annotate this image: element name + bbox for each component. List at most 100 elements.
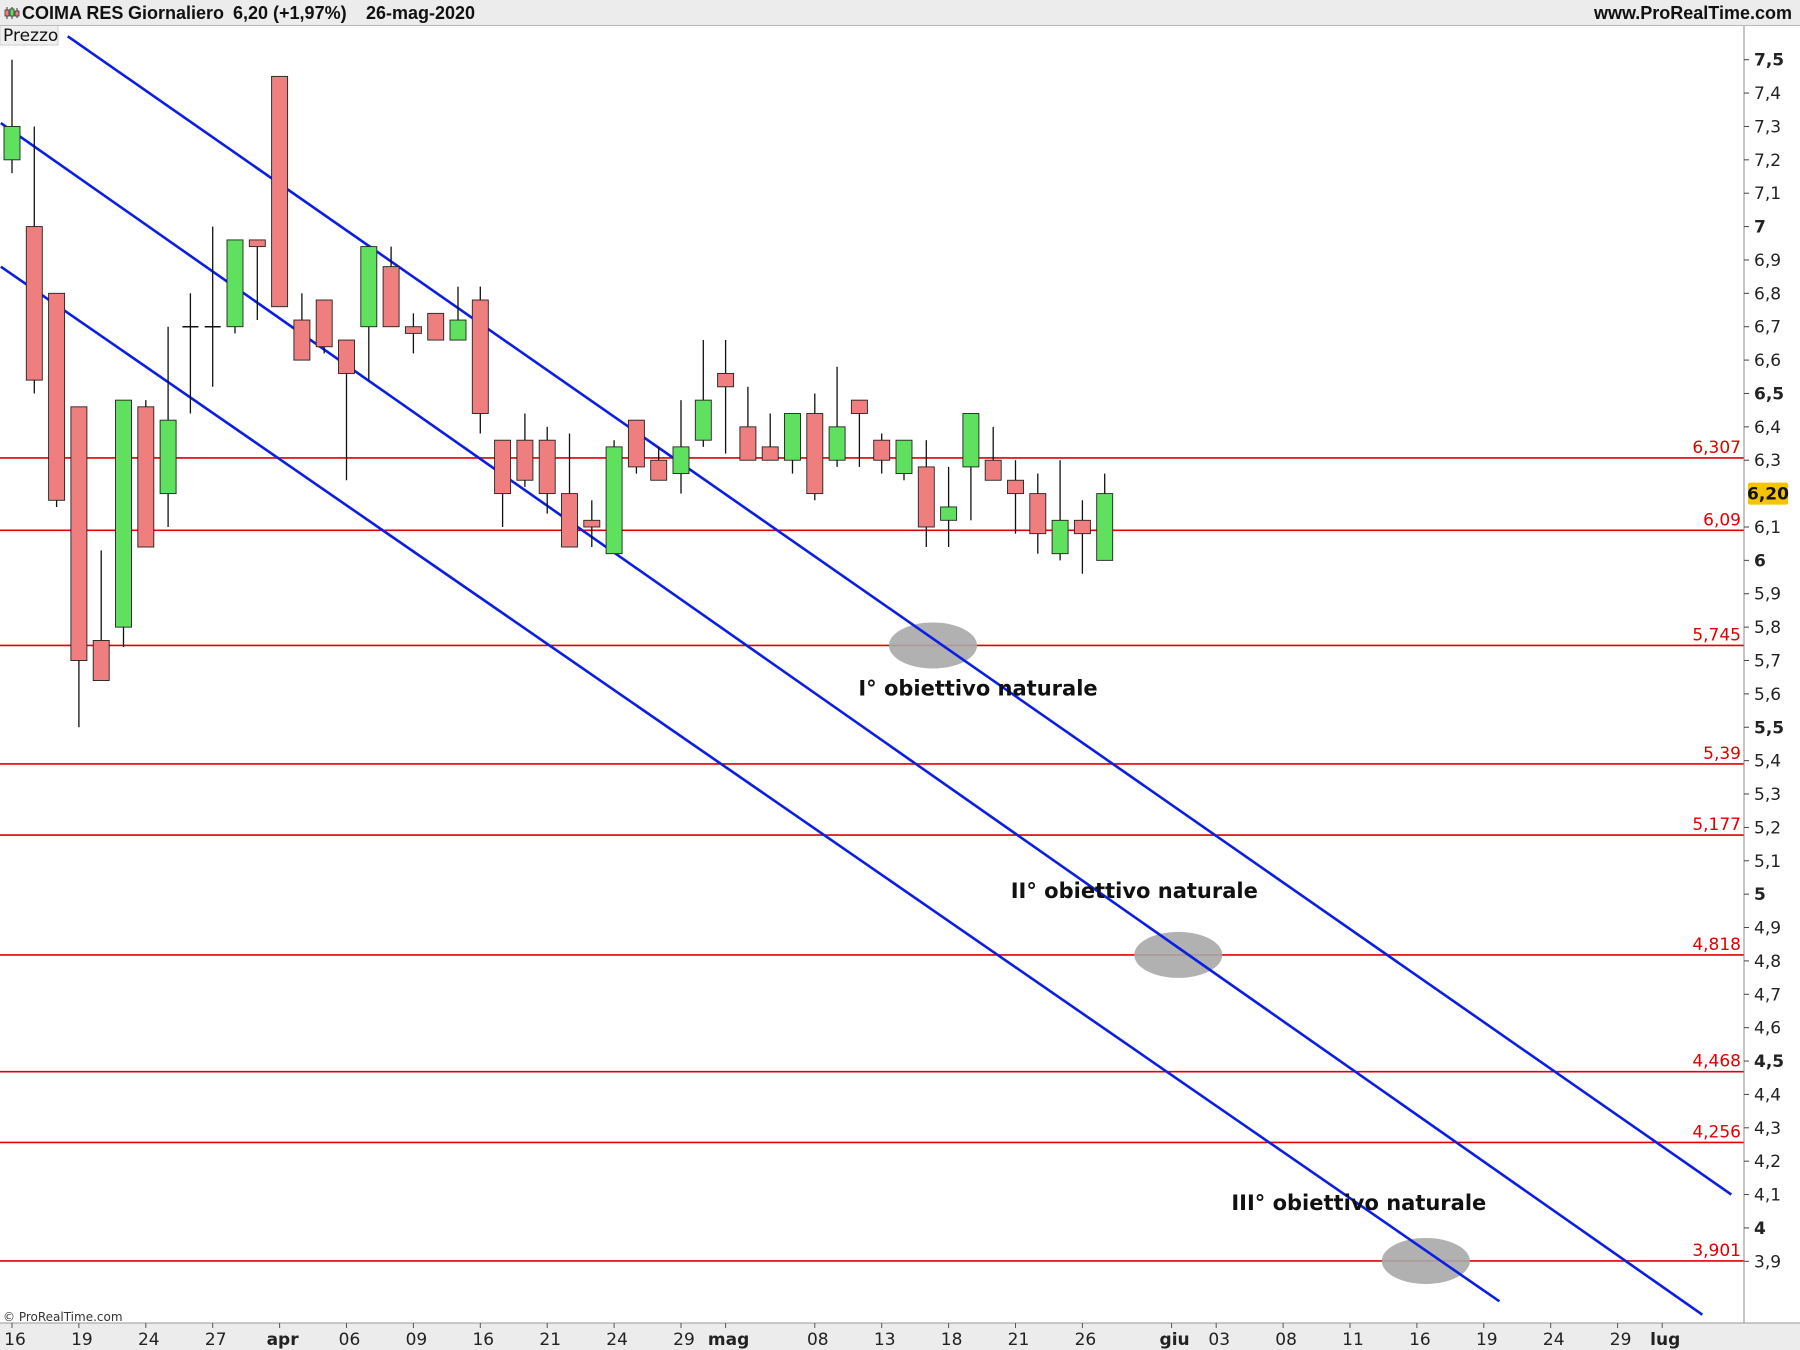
y-tick-label: 6,8: [1754, 284, 1781, 304]
candle-body: [672, 446, 690, 475]
ticker-name: COIMA RES: [22, 3, 124, 23]
level-label: 4,818: [1692, 935, 1741, 955]
y-tick-label: 5,4: [1754, 752, 1781, 772]
candle-body: [583, 519, 601, 528]
candle-body: [1029, 493, 1047, 535]
y-tick-label: 4,5: [1754, 1052, 1784, 1072]
x-tick-label: 11: [1342, 1330, 1364, 1350]
candle-body: [917, 466, 935, 528]
candle-body: [137, 406, 155, 548]
candle-body: [3, 125, 21, 161]
y-tick-label: 7,4: [1754, 84, 1781, 104]
x-tick-label: 27: [205, 1330, 227, 1350]
y-tick-label: 6,1: [1754, 518, 1781, 538]
y-tick-label: 6,4: [1754, 418, 1781, 438]
candle-body: [315, 299, 333, 348]
target-ellipse: [1381, 1237, 1470, 1284]
level-label: 6,307: [1692, 438, 1741, 458]
target-annotation: II° obiettivo naturale: [1011, 879, 1258, 903]
candle-body: [561, 493, 578, 548]
candle-body: [627, 419, 645, 468]
y-tick-label: 7: [1754, 218, 1766, 238]
y-tick-label: 4,6: [1754, 1019, 1781, 1039]
target-ellipse: [1134, 931, 1223, 978]
candle-body: [1051, 519, 1069, 555]
y-tick-label: 5,3: [1754, 785, 1781, 805]
level-label: 6,09: [1703, 510, 1741, 530]
price-chart: 6,3076,095,7455,395,1774,8184,4684,2563,…: [0, 24, 1800, 1350]
candle-body: [717, 372, 735, 388]
candle-body: [338, 339, 355, 374]
y-axis: 7,5 7,4 7,3 7,2 7,1 7 6,9 6,8 6,7 6,6 6,5 6,4 6,3 6,1…: [1743, 26, 1800, 1323]
candle-body: [806, 413, 824, 495]
y-tick-label: 7,1: [1754, 184, 1781, 204]
watermark: © ProRealTime.com: [3, 1310, 123, 1324]
y-tick-label: 7,2: [1754, 151, 1781, 171]
pane-label-text: Prezzo: [3, 26, 58, 46]
current-price-marker: 6,20: [1747, 482, 1789, 505]
candle-body: [1073, 519, 1091, 535]
candle-body: [494, 439, 512, 495]
x-tick-label: 08: [807, 1330, 829, 1350]
y-tick-label: 6,6: [1754, 351, 1781, 371]
x-tick-label: 13: [874, 1330, 896, 1350]
candles-icon: [4, 6, 20, 20]
x-tick-label: 29: [1610, 1330, 1632, 1350]
candle-body: [382, 266, 400, 328]
y-tick-label: 4: [1754, 1219, 1766, 1239]
candle-body: [70, 406, 88, 661]
y-tick-label: 3,9: [1754, 1252, 1781, 1272]
x-tick-label: 16: [472, 1330, 494, 1350]
x-tick-label: giu: [1160, 1330, 1190, 1350]
x-tick-label: 19: [71, 1330, 93, 1350]
y-tick-label: 6,7: [1754, 318, 1781, 338]
x-tick-label: 24: [606, 1330, 628, 1350]
current-price-label: 6,20: [1747, 485, 1789, 505]
y-tick-label: 4,2: [1754, 1152, 1781, 1172]
y-tick-label: 6: [1754, 551, 1766, 571]
date-label: 26-mag-2020: [366, 3, 476, 23]
y-tick-label: 4,9: [1754, 919, 1781, 939]
y-tick-label: 5,9: [1754, 585, 1781, 605]
candle-body: [605, 446, 623, 555]
candle-body: [471, 299, 489, 414]
candle-body: [449, 319, 467, 341]
candle-body: [828, 426, 846, 461]
y-tick-label: 4,4: [1754, 1085, 1781, 1105]
x-tick-label: 26: [1075, 1330, 1097, 1350]
candle-body: [940, 506, 958, 521]
x-tick-label: apr: [267, 1330, 300, 1350]
y-tick-label: 7,5: [1754, 51, 1784, 71]
y-tick-label: 6,5: [1754, 384, 1784, 404]
x-tick-label: 08: [1275, 1330, 1297, 1350]
y-tick-label: 4,8: [1754, 952, 1781, 972]
candle-body: [271, 75, 289, 308]
y-tick-label: 5,1: [1754, 852, 1781, 872]
target-annotation: I° obiettivo naturale: [858, 676, 1097, 700]
y-tick-label: 4,7: [1754, 985, 1781, 1005]
last-price: 6,20 (+1,97%): [233, 3, 347, 23]
candle-body: [92, 640, 110, 681]
candle-body: [516, 439, 534, 481]
x-tick-label: mag: [708, 1330, 749, 1350]
plot-background: [0, 26, 1744, 1323]
candle-body: [404, 326, 422, 334]
candle-body: [538, 439, 556, 495]
candle-body: [293, 319, 311, 361]
x-tick-label: 24: [1543, 1330, 1565, 1350]
y-tick-label: 4,1: [1754, 1186, 1781, 1206]
level-label: 5,39: [1703, 744, 1741, 764]
x-axis: 16 19 24 27 apr 06 09 16 21 24 29 mag 08 13 18 21 26 giu 0…: [0, 1322, 1800, 1350]
y-tick-label: 4,3: [1754, 1119, 1781, 1139]
candle-body: [427, 312, 445, 341]
candle-body: [25, 226, 43, 381]
target-annotation: III° obiettivo naturale: [1231, 1191, 1486, 1215]
x-tick-label: 24: [138, 1330, 160, 1350]
candle-body: [1007, 479, 1024, 495]
x-tick-label: 16: [1409, 1330, 1431, 1350]
level-label: 3,901: [1692, 1241, 1741, 1261]
y-tick-label: 5,5: [1754, 718, 1784, 738]
site-link[interactable]: www.ProRealTime.com: [1594, 3, 1792, 24]
candle-body: [761, 446, 779, 461]
x-tick-label: 18: [941, 1330, 963, 1350]
